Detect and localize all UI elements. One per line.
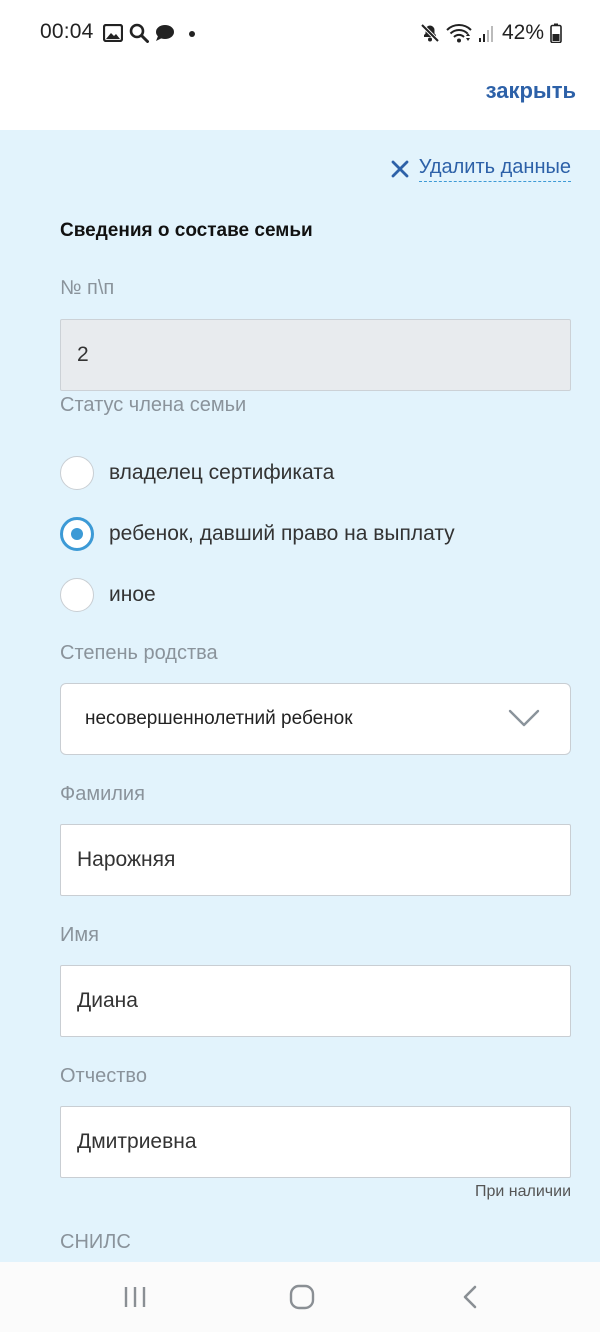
patronymic-hint: При наличии <box>475 1183 571 1200</box>
snils-label: СНИЛС <box>60 1231 131 1253</box>
chevron-down-icon <box>508 709 540 727</box>
surname-input[interactable]: Нарожняя <box>60 824 571 896</box>
patronymic-input[interactable]: Дмитриевна <box>60 1106 571 1178</box>
search-icon <box>129 23 149 43</box>
signal-icon <box>478 26 493 42</box>
recent-apps-icon[interactable] <box>122 1284 148 1310</box>
status-label: Статус члена семьи <box>60 394 247 416</box>
delete-data-label: Удалить данные <box>418 156 571 182</box>
navigation-bar <box>0 1262 600 1332</box>
close-link[interactable]: закрыть <box>486 78 576 104</box>
radio-button-checked[interactable] <box>60 517 94 551</box>
status-bar: 00:04 42% <box>0 0 600 66</box>
number-label: № п\п <box>60 277 115 299</box>
name-value: Диана <box>77 989 138 1012</box>
dot-icon <box>189 31 195 37</box>
home-icon[interactable] <box>288 1284 316 1310</box>
relation-label: Степень родства <box>60 642 218 664</box>
relation-select[interactable]: несовершеннолетний ребенок <box>60 683 571 755</box>
number-field: 2 <box>60 319 571 391</box>
patronymic-label: Отчество <box>60 1065 147 1087</box>
delete-data-button[interactable]: Удалить данные <box>391 156 571 182</box>
radio-status-child[interactable]: ребенок, давший право на выплату <box>60 516 455 552</box>
radio-button[interactable] <box>60 578 94 612</box>
back-icon[interactable] <box>460 1284 480 1310</box>
radio-label: иное <box>109 583 156 606</box>
close-icon <box>391 160 409 178</box>
surname-value: Нарожняя <box>77 848 176 871</box>
image-icon <box>103 24 123 42</box>
name-input[interactable]: Диана <box>60 965 571 1037</box>
battery-level: 42% <box>501 21 544 44</box>
number-value: 2 <box>77 343 89 366</box>
surname-label: Фамилия <box>60 783 145 805</box>
system-icons: 42% <box>420 20 562 46</box>
patronymic-value: Дмитриевна <box>77 1130 197 1153</box>
wifi-icon <box>446 24 472 43</box>
family-member-form: Удалить данные Сведения о составе семьи … <box>0 130 600 1262</box>
name-label: Имя <box>60 924 99 946</box>
notification-icons <box>103 22 199 44</box>
battery-icon <box>550 23 562 43</box>
mute-icon <box>420 23 440 43</box>
radio-label: владелец сертификата <box>109 461 335 484</box>
status-time: 00:04 <box>40 20 94 43</box>
radio-status-owner[interactable]: владелец сертификата <box>60 455 334 491</box>
radio-label: ребенок, давший право на выплату <box>109 522 455 545</box>
radio-status-other[interactable]: иное <box>60 577 156 613</box>
radio-button[interactable] <box>60 456 94 490</box>
chat-icon <box>156 25 174 41</box>
relation-value: несовершеннолетний ребенок <box>85 708 353 729</box>
section-title: Сведения о составе семьи <box>60 220 313 241</box>
